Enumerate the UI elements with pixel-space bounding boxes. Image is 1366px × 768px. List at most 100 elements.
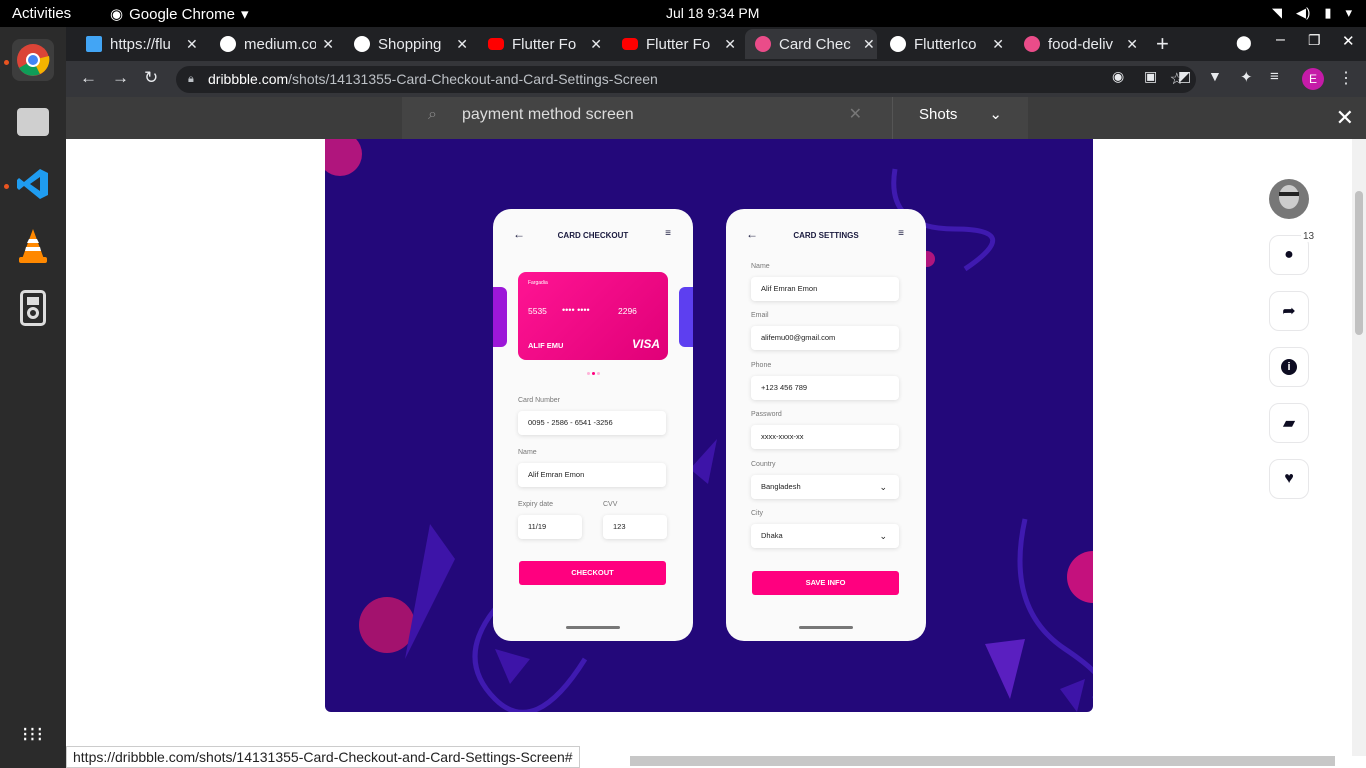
running-indicator: [4, 184, 9, 189]
phone-field[interactable]: +123 456 789: [751, 376, 899, 400]
chevron-down-icon: ▾: [240, 6, 249, 23]
vue-devtools-icon[interactable]: ▼: [1208, 68, 1222, 84]
extension-icon[interactable]: ▣: [1144, 68, 1157, 85]
running-indicator: [4, 60, 9, 65]
filter-select[interactable]: Shots ⌄: [892, 97, 1028, 139]
close-tab-icon[interactable]: ✕: [590, 36, 602, 53]
share-button[interactable]: ➦: [1269, 291, 1309, 331]
media-control-icon[interactable]: ≡: [1270, 68, 1279, 85]
system-tray[interactable]: ◥ ◀) ▮ ▾: [1272, 5, 1352, 21]
system-top-bar: Activities ◉ Google Chrome ▾ Jul 18 9:34 P…: [0, 0, 1366, 27]
tab-4[interactable]: Flutter Fo ✕: [478, 29, 602, 59]
forward-button[interactable]: →: [112, 68, 129, 88]
like-button[interactable]: ♥: [1269, 459, 1309, 499]
info-button[interactable]: i: [1269, 347, 1309, 387]
city-select[interactable]: Dhaka ⌄: [751, 524, 899, 548]
maximize-button[interactable]: ❐: [1308, 32, 1321, 49]
kebab-menu-icon[interactable]: ⋮: [1338, 68, 1354, 88]
dribbble-icon: [755, 36, 771, 52]
tab-search-icon[interactable]: ⬤: [1236, 34, 1252, 51]
tab-6-active[interactable]: Card Chec ✕: [745, 29, 877, 59]
next-card[interactable]: [679, 287, 693, 347]
menu-icon[interactable]: ≡: [898, 228, 904, 239]
activities-button[interactable]: Activities: [12, 5, 71, 22]
password-field[interactable]: xxxx-xxxx-xx: [751, 425, 899, 449]
name-field[interactable]: Alif Emran Emon: [751, 277, 899, 301]
profile-avatar[interactable]: E: [1302, 68, 1324, 90]
tab-3[interactable]: Shopping ✕: [344, 29, 468, 59]
close-tab-icon[interactable]: ✕: [992, 36, 1004, 53]
folder-add-icon: ▰: [1282, 415, 1296, 432]
browser-toolbar: ← → ↻ 🔒︎ dribbble.com/shots/14131355-Car…: [66, 61, 1366, 97]
checkout-button[interactable]: CHECKOUT: [519, 561, 666, 585]
expiry-field[interactable]: 11/19: [518, 515, 582, 539]
battery-icon: ▮: [1324, 5, 1332, 20]
chevron-down-icon: ⌄: [989, 106, 1002, 123]
close-tab-icon[interactable]: ✕: [322, 36, 334, 53]
comment-count: 13: [1301, 231, 1317, 242]
minimize-button[interactable]: –: [1276, 31, 1285, 49]
puzzle-icon[interactable]: ✦: [1240, 68, 1253, 86]
info-icon: i: [1281, 359, 1297, 375]
card-digits-last: 2296: [618, 306, 637, 316]
close-tab-icon[interactable]: ✕: [724, 36, 736, 53]
search-icon: ⌕: [428, 106, 437, 123]
country-select[interactable]: Bangladesh ⌄: [751, 475, 899, 499]
address-bar[interactable]: 🔒︎ dribbble.com/shots/14131355-Card-Chec…: [176, 66, 1196, 93]
author-avatar[interactable]: [1269, 179, 1309, 219]
tab-1[interactable]: https://flu ✕: [76, 29, 200, 59]
tab-2[interactable]: medium.co ✕: [210, 29, 334, 59]
horizontal-scrollbar[interactable]: [630, 756, 1335, 766]
extension-icon[interactable]: ◩: [1178, 68, 1191, 85]
app-name: Google Chrome: [129, 5, 235, 23]
search-field[interactable]: ⌕ payment method screen ✕: [402, 97, 892, 139]
globe-icon: [890, 36, 906, 52]
tab-8[interactable]: food-deliv ✕: [1014, 29, 1138, 59]
scrollbar-thumb[interactable]: [1355, 191, 1363, 335]
screen-title: CARD SETTINGS: [793, 231, 859, 240]
chevron-down-icon: ⌄: [879, 531, 887, 541]
back-button[interactable]: ←: [80, 68, 97, 88]
close-window-button[interactable]: ✕: [1342, 32, 1355, 50]
email-field[interactable]: alifemu00@gmail.com: [751, 326, 899, 350]
name-label: Name: [751, 263, 770, 270]
save-info-button[interactable]: SAVE INFO: [752, 571, 899, 595]
name-label: Name: [518, 449, 537, 456]
chrome-icon: ◉: [110, 6, 124, 23]
extension-icon[interactable]: ◉: [1112, 68, 1124, 85]
vscode-dock-icon[interactable]: [12, 163, 54, 205]
comment-icon: ●: [1284, 246, 1294, 263]
vertical-scrollbar[interactable]: [1352, 139, 1366, 756]
files-dock-icon[interactable]: [12, 101, 54, 143]
carousel-dots[interactable]: [587, 372, 600, 375]
card-number-label: Card Number: [518, 397, 561, 404]
card-number-field[interactable]: 0095 - 2586 - 6541 -3256: [518, 411, 666, 435]
chevron-down-icon: ▾: [1345, 5, 1352, 20]
new-tab-button[interactable]: +: [1156, 31, 1169, 57]
tab-5[interactable]: Flutter Fo ✕: [612, 29, 736, 59]
credit-card[interactable]: Fargadia 5535 •••• •••• 2296 ALIF EMU VI…: [518, 272, 668, 360]
chevron-down-icon: ⌄: [879, 482, 887, 492]
url-path: /shots/14131355-Card-Checkout-and-Card-S…: [288, 71, 658, 87]
tab-7[interactable]: FlutterIco ✕: [880, 29, 1004, 59]
reload-button[interactable]: ↻: [144, 68, 158, 88]
vlc-dock-icon[interactable]: [12, 225, 54, 267]
chrome-dock-icon[interactable]: [12, 39, 54, 81]
app-menu[interactable]: ◉ Google Chrome ▾: [110, 5, 249, 24]
close-modal-button[interactable]: ✕: [1336, 105, 1354, 131]
app-grid-icon[interactable]: ⁝⁝⁝: [12, 713, 54, 755]
cvv-field[interactable]: 123: [603, 515, 667, 539]
close-tab-icon[interactable]: ✕: [1126, 36, 1138, 53]
menu-icon[interactable]: ≡: [665, 228, 671, 239]
dock: ⁝⁝⁝: [0, 27, 66, 768]
clear-icon[interactable]: ✕: [849, 97, 862, 133]
close-tab-icon[interactable]: ✕: [456, 36, 468, 53]
close-tab-icon[interactable]: ✕: [186, 36, 198, 53]
media-player-dock-icon[interactable]: [12, 287, 54, 329]
close-tab-icon[interactable]: ✕: [863, 36, 875, 53]
prev-card[interactable]: [493, 287, 507, 347]
background-decoration: [325, 139, 1093, 712]
save-to-collection-button[interactable]: ▰: [1269, 403, 1309, 443]
name-field[interactable]: Alif Emran Emon: [518, 463, 666, 487]
clock[interactable]: Jul 18 9:34 PM: [666, 5, 759, 21]
